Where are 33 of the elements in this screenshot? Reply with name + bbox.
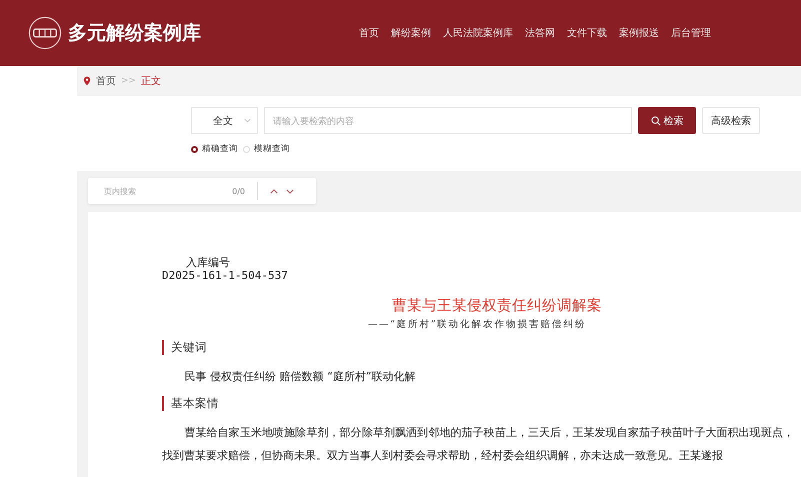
breadcrumb-link[interactable]: 正文 — [141, 74, 162, 88]
nav-link[interactable]: 文件下载 — [567, 26, 607, 40]
nav-link[interactable]: 法答网 — [525, 26, 555, 40]
section-text: 民事 侵权责任纠纷 赔偿数额 “庭所村”联动化解 — [183, 369, 416, 385]
match-count: 0/0 — [232, 186, 245, 196]
search-mode-radio[interactable]: 模糊查询 — [243, 143, 290, 155]
search-field[interactable]: 请输入要检索的内容 — [264, 107, 632, 134]
section-heading: 关键词 — [162, 340, 801, 355]
scope-dropdown[interactable]: 全文 — [191, 107, 258, 134]
chevron-down-icon — [244, 118, 251, 123]
emblem-logo-icon — [28, 16, 62, 50]
search-mode-radio[interactable]: 精确查询 — [191, 143, 238, 155]
chevron-down-icon[interactable] — [286, 188, 294, 194]
nav-link[interactable]: 人民法院案例库 — [443, 26, 513, 40]
section-text: 曹某给自家玉米地喷施除草剂，部分除草剂飘洒到邻地的茄子秧苗上，三天后，王某发现自家茄子秧苗叶子大面积出现斑点，找到曹某要求赔偿，但协商未果。双方当事人到村委会寻求帮助，经村委会组织调解，亦未达成一致意见。王某遂报 — [162, 425, 794, 464]
case-subtitle: ——“庭所村”联动化解农作物损害赔偿纠纷 — [368, 318, 588, 332]
breadcrumb-separator: >> — [121, 76, 136, 86]
section-heading: 基本案情 — [162, 396, 801, 411]
search-icon — [650, 116, 660, 126]
nav-link[interactable]: 案例报送 — [619, 26, 659, 40]
case-title: 曹某与王某侵权责任纠纷调解案 — [392, 296, 603, 316]
breadcrumb-link[interactable]: 首页 — [96, 74, 116, 88]
case-number-label: 入库编号 — [185, 256, 231, 269]
case-number: D2025-161-1-504-537 — [162, 269, 289, 282]
nav-link[interactable]: 首页 — [359, 26, 379, 40]
location-pin-icon — [83, 76, 91, 86]
search-button[interactable]: 检索 — [638, 107, 696, 134]
page-search-field[interactable]: 页内搜索 — [104, 186, 224, 196]
nav-link[interactable]: 后台管理 — [671, 26, 711, 40]
site-title: 多元解纷案例库 — [68, 21, 201, 46]
advanced-search-button[interactable]: 高级检索 — [702, 107, 760, 134]
nav-link[interactable]: 解纷案例 — [391, 26, 431, 40]
chevron-up-icon[interactable] — [270, 188, 278, 194]
